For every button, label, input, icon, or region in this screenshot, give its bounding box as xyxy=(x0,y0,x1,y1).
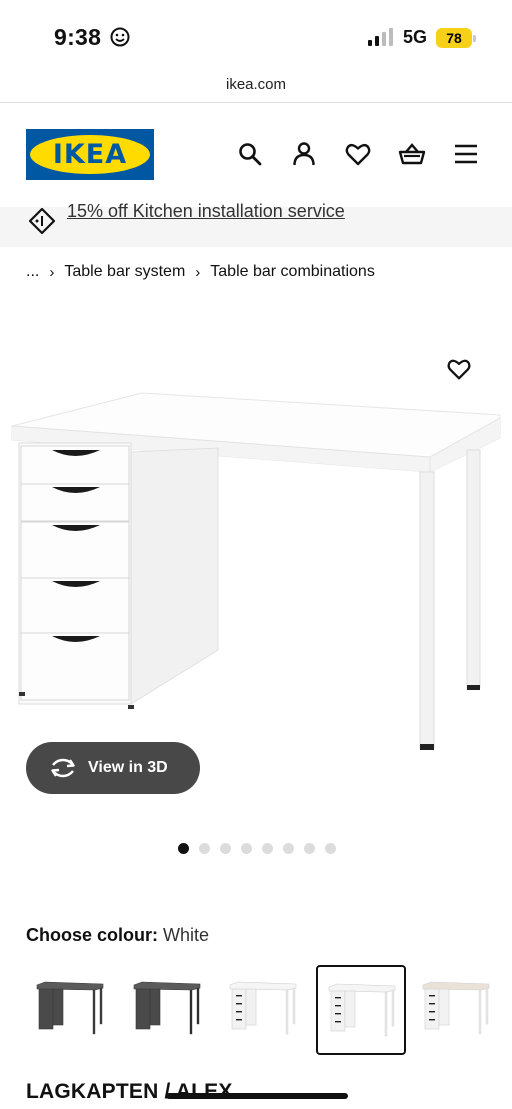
battery-indicator: 78 xyxy=(436,27,476,48)
colour-swatches xyxy=(26,965,512,1057)
view-in-3d-label: View in 3D xyxy=(88,759,168,776)
gallery-dot[interactable] xyxy=(199,843,210,854)
gallery-dot[interactable] xyxy=(178,843,189,854)
colour-swatch[interactable] xyxy=(316,965,406,1055)
colour-selector-label: Choose colour: White xyxy=(26,925,209,946)
gallery-dot[interactable] xyxy=(304,843,315,854)
colour-swatch[interactable] xyxy=(412,965,502,1055)
signal-icon xyxy=(367,27,394,47)
basket-icon[interactable] xyxy=(398,140,426,168)
breadcrumb: ... › Table bar system › Table bar combi… xyxy=(26,263,375,281)
ikea-logo[interactable]: IKEA ® xyxy=(26,129,154,180)
network-type: 5G xyxy=(402,27,427,47)
url-bar[interactable]: ikea.com xyxy=(0,72,512,102)
gallery-dot[interactable] xyxy=(220,843,231,854)
colour-swatch[interactable] xyxy=(26,965,116,1055)
site-header: IKEA ® xyxy=(0,103,512,207)
gallery-dot[interactable] xyxy=(283,843,294,854)
breadcrumb-item[interactable]: Table bar system xyxy=(64,263,185,281)
product-title: LAGKAPTEN / ALEX xyxy=(26,1080,233,1103)
breadcrumb-ellipsis[interactable]: ... xyxy=(26,263,39,281)
search-icon[interactable] xyxy=(236,140,264,168)
smiley-icon xyxy=(110,27,130,47)
product-image[interactable] xyxy=(0,330,512,770)
status-bar: 9:38 5G 78 xyxy=(0,0,512,72)
view-in-3d-button[interactable]: View in 3D xyxy=(26,742,200,794)
colour-label: Choose colour: xyxy=(26,925,159,945)
gallery-dot[interactable] xyxy=(262,843,273,854)
colour-value: White xyxy=(163,925,210,945)
menu-icon[interactable] xyxy=(452,140,480,168)
home-indicator xyxy=(166,1093,348,1099)
gallery-dot[interactable] xyxy=(325,843,336,854)
gallery-pagination xyxy=(178,843,336,854)
breadcrumb-item[interactable]: Table bar combinations xyxy=(210,263,375,281)
heart-icon[interactable] xyxy=(344,140,372,168)
favourite-heart-icon[interactable] xyxy=(446,356,472,382)
colour-swatch[interactable] xyxy=(123,965,213,1055)
status-time: 9:38 xyxy=(54,24,102,50)
profile-icon[interactable] xyxy=(290,140,318,168)
chevron-right-icon: › xyxy=(195,263,201,281)
chevron-right-icon: › xyxy=(49,263,55,281)
colour-swatch[interactable] xyxy=(219,965,309,1055)
rotate-3d-icon xyxy=(51,758,75,778)
promo-banner[interactable]: 15% off Kitchen installation service xyxy=(0,201,512,247)
tag-icon xyxy=(28,207,56,235)
promo-link[interactable]: 15% off Kitchen installation service xyxy=(67,201,345,222)
logo-text: IKEA xyxy=(52,139,128,170)
gallery-dot[interactable] xyxy=(241,843,252,854)
